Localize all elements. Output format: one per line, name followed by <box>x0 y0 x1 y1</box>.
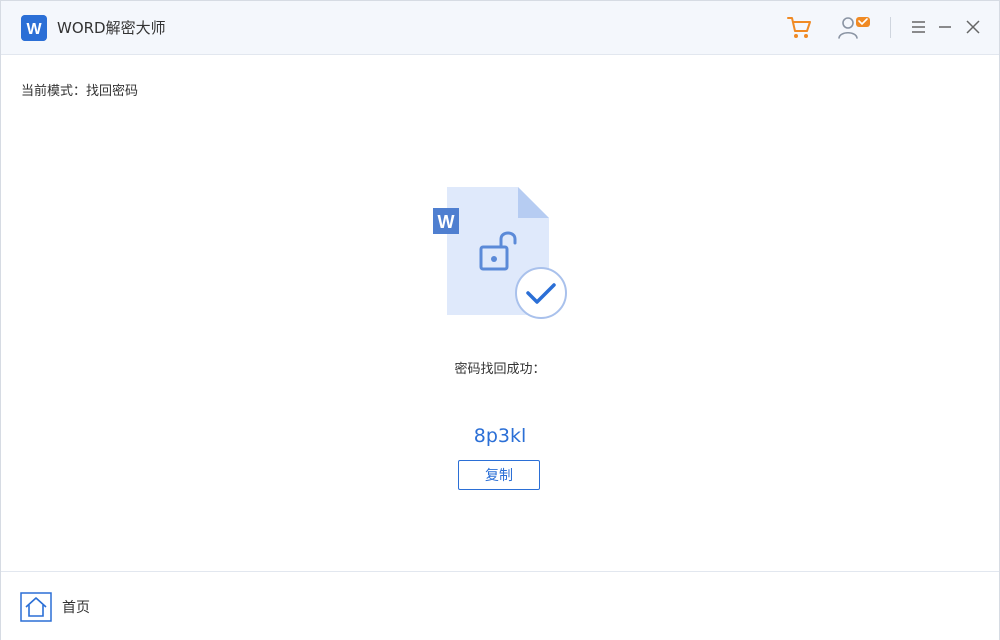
home-icon[interactable] <box>20 592 52 622</box>
mode-label: 当前模式： <box>21 84 87 99</box>
copy-button[interactable]: 复制 <box>458 460 540 490</box>
cart-icon[interactable] <box>785 13 813 41</box>
unlocked-document-icon: W <box>433 187 567 319</box>
current-mode: 当前模式：找回密码 <box>21 83 138 101</box>
home-link[interactable]: 首页 <box>62 599 90 617</box>
success-message: 密码找回成功： <box>454 362 546 377</box>
app-logo-letter: W <box>26 21 42 38</box>
minimize-icon[interactable] <box>931 13 959 41</box>
app-window: W WORD解密大师 当前模式：找回密码 W 密码找回成功： 8p3kl 复制 … <box>0 0 1000 640</box>
footer-bar: 首页 <box>1 571 999 640</box>
recovered-password: 8p3kl <box>473 425 527 447</box>
titlebar-divider <box>890 17 891 38</box>
close-icon[interactable] <box>959 13 987 41</box>
user-icon[interactable] <box>836 13 872 41</box>
title-bar: W WORD解密大师 <box>1 1 999 55</box>
mode-value: 找回密码 <box>86 84 139 99</box>
app-logo-icon: W <box>21 15 47 41</box>
app-title: WORD解密大师 <box>57 19 166 37</box>
menu-icon[interactable] <box>905 13 933 41</box>
hero-logo-letter: W <box>438 212 455 232</box>
